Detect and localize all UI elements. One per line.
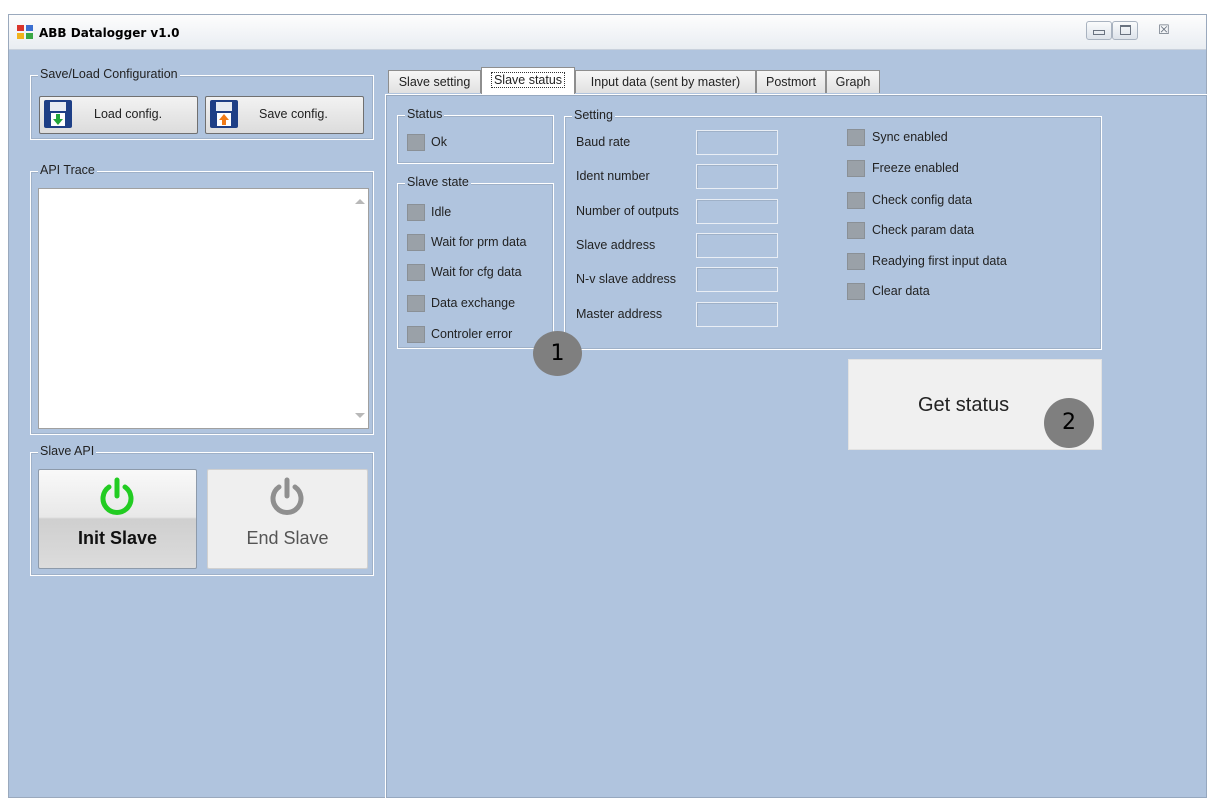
save-config-label: Save config. (259, 107, 328, 121)
controller-error-label: Controler error (431, 327, 513, 341)
setting-group: Setting Baud rate Ident number Number of… (564, 108, 1102, 350)
scroll-up-icon[interactable] (355, 199, 365, 204)
idle-indicator (407, 204, 425, 221)
marker-2: 2 (1044, 398, 1094, 448)
check-config-label: Check config data (872, 193, 973, 207)
tab-label: Postmort (765, 75, 816, 89)
clear-data-label: Clear data (872, 284, 930, 298)
master-address-field[interactable] (696, 302, 778, 327)
tab-label: Slave setting (398, 75, 471, 89)
scroll-down-icon[interactable] (355, 413, 365, 418)
api-trace-group: API Trace (30, 163, 374, 435)
check-config-indicator (847, 192, 865, 209)
nv-slave-address-field[interactable] (696, 267, 778, 292)
slave-api-group: Slave API Init Slave End Slave (30, 444, 374, 576)
tab-graph[interactable]: Graph (826, 70, 880, 93)
slave-state-group: Slave state Idle Wait for prm data Wait … (397, 175, 554, 349)
api-trace-group-label: API Trace (38, 163, 97, 177)
ok-label: Ok (431, 135, 447, 149)
baud-rate-field[interactable] (696, 130, 778, 155)
master-address-label: Master address (576, 307, 663, 321)
tab-label: Slave status (490, 72, 566, 88)
data-exchange-label: Data exchange (431, 296, 516, 310)
status-group: Status Ok (397, 107, 554, 164)
wait-cfg-label: Wait for cfg data (431, 265, 522, 279)
close-icon: ☒ (1158, 22, 1170, 37)
wait-prm-indicator (407, 234, 425, 251)
power-icon (270, 477, 304, 515)
setting-group-label: Setting (572, 108, 615, 122)
tab-input-data[interactable]: Input data (sent by master) (575, 70, 756, 93)
clear-data-indicator (847, 283, 865, 300)
end-slave-button[interactable]: End Slave (207, 469, 368, 569)
window-title: ABB Datalogger v1.0 (39, 26, 180, 40)
idle-label: Idle (431, 205, 452, 219)
app-icon (17, 25, 33, 39)
maximize-icon (1119, 25, 1131, 35)
api-trace-scrollbar[interactable] (351, 189, 368, 428)
app-window: ABB Datalogger v1.0 ☒ Save/Load Configur… (8, 14, 1207, 799)
slave-state-group-label: Slave state (405, 175, 471, 189)
data-exchange-indicator (407, 295, 425, 312)
load-floppy-icon (44, 100, 72, 128)
tab-slave-status[interactable]: Slave status (481, 67, 575, 94)
nv-slave-address-label: N-v slave address (576, 272, 677, 286)
ok-indicator (407, 134, 425, 151)
number-of-outputs-label: Number of outputs (576, 204, 679, 218)
controller-error-indicator (407, 326, 425, 343)
minimize-button[interactable] (1086, 21, 1112, 40)
load-config-button[interactable]: Load config. (39, 96, 198, 134)
sync-enabled-label: Sync enabled (872, 130, 948, 144)
wait-prm-label: Wait for prm data (431, 235, 527, 249)
slave-address-field[interactable] (696, 233, 778, 258)
close-button[interactable]: ☒ (1143, 21, 1185, 40)
slave-api-group-label: Slave API (38, 444, 97, 458)
check-param-indicator (847, 222, 865, 239)
init-slave-label: Init Slave (77, 528, 158, 548)
title-bar: ABB Datalogger v1.0 ☒ (9, 15, 1206, 50)
number-of-outputs-field[interactable] (696, 199, 778, 224)
freeze-enabled-indicator (847, 160, 865, 177)
save-floppy-icon (210, 100, 238, 128)
marker-1: 1 (533, 331, 582, 376)
tab-postmort[interactable]: Postmort (756, 70, 826, 93)
load-config-label: Load config. (94, 107, 163, 121)
api-trace-textbox[interactable] (38, 188, 369, 429)
check-param-label: Check param data (872, 223, 975, 237)
readying-input-indicator (847, 253, 865, 270)
ident-number-field[interactable] (696, 164, 778, 189)
tab-label: Input data (sent by master) (590, 75, 741, 89)
sync-enabled-indicator (847, 129, 865, 146)
readying-input-label: Readying first input data (872, 254, 1007, 268)
get-status-label: Get status (918, 394, 1010, 416)
save-config-button[interactable]: Save config. (205, 96, 364, 134)
config-group: Save/Load Configuration Load config. Sav… (30, 67, 374, 140)
slave-address-label: Slave address (576, 238, 656, 252)
end-slave-label: End Slave (246, 528, 329, 548)
maximize-button[interactable] (1112, 21, 1138, 40)
ident-number-label: Ident number (576, 169, 650, 183)
tab-label: Graph (835, 75, 871, 89)
baud-rate-label: Baud rate (576, 135, 631, 149)
status-group-label: Status (405, 107, 445, 121)
tab-slave-setting[interactable]: Slave setting (388, 70, 481, 93)
config-group-label: Save/Load Configuration (38, 67, 180, 81)
freeze-enabled-label: Freeze enabled (872, 161, 959, 175)
minimize-icon (1093, 30, 1105, 35)
init-slave-button[interactable]: Init Slave (38, 469, 197, 569)
wait-cfg-indicator (407, 264, 425, 281)
power-icon (100, 477, 134, 515)
